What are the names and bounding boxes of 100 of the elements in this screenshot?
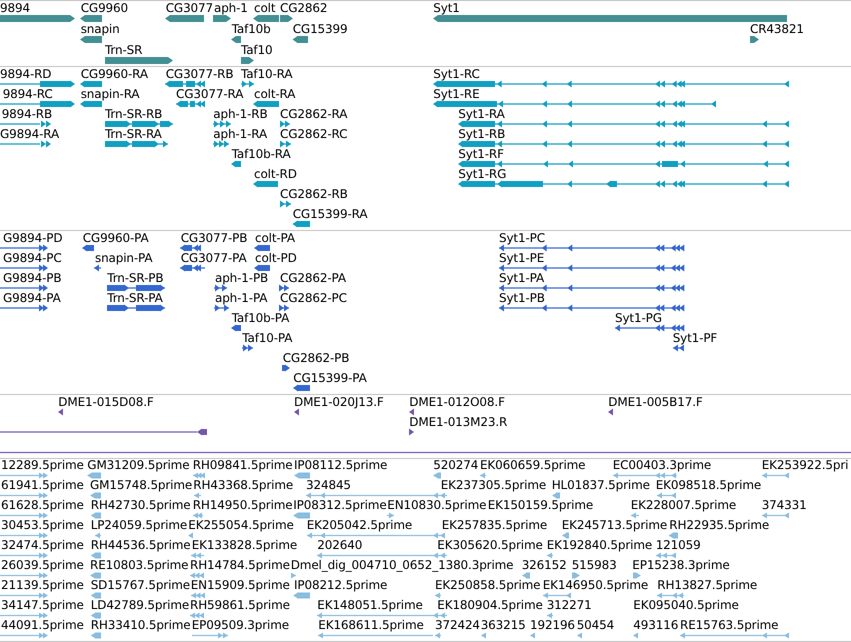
feature-label: CG2862-RC	[280, 128, 348, 141]
feature-label: Trn-SR	[105, 44, 142, 57]
feature-label: EK253922.5pri	[762, 459, 848, 472]
feature-label: Syt1-RG	[458, 168, 506, 181]
feature-label: G9894-PB	[3, 272, 62, 285]
feature-label: colt-PD	[255, 252, 297, 265]
feature-label: 326152	[522, 559, 567, 572]
feature-label: SD15767.5prime	[90, 579, 190, 592]
feature-label: 61941.5prime	[1, 479, 84, 492]
feature-label: Syt1-PB	[499, 292, 545, 305]
feature-label: RH13827.5prime	[657, 579, 758, 592]
feature-label: Syt1-RF	[458, 148, 504, 161]
feature-label: RH14784.5prime	[190, 559, 290, 572]
feature-label: RE15763.5prime	[680, 619, 778, 632]
feature-label: IP08212.5prime	[294, 579, 388, 592]
feature-label: EK255054.5prime	[188, 519, 294, 532]
feature-label: RH22935.5prime	[669, 519, 770, 532]
feature-label: 50454	[576, 619, 614, 632]
feature-label: Syt1-PG	[615, 312, 662, 325]
feature-label: IP08112.5prime	[294, 459, 388, 472]
feature-label: EK146950.5prime	[542, 579, 648, 592]
feature-label: RH43368.5prime	[193, 479, 294, 492]
feature-label: CG3077	[166, 2, 214, 15]
feature-label: EK245713.5prime	[562, 519, 668, 532]
feature-label: 374331	[762, 499, 807, 512]
feature-label: Syt1-RE	[433, 88, 480, 101]
feature-label: HL01837.5prime	[552, 479, 650, 492]
feature-label: 32474.5prime	[1, 539, 84, 552]
feature-label: EK148051.5prime	[317, 599, 423, 612]
feature-label: Syt1	[433, 2, 460, 15]
feature-label: aph-1	[214, 2, 248, 15]
feature-label: RH44536.5prime	[90, 539, 191, 552]
feature-label: 26039.5prime	[1, 559, 84, 572]
feature-label: G9894-PA	[3, 292, 61, 305]
feature-label: CG3077-PA	[180, 252, 247, 265]
feature-label: CG15399-RA	[292, 208, 368, 221]
feature-label: 61628.5prime	[1, 499, 84, 512]
feature-label: EK192840.5prime	[546, 539, 652, 552]
feature-label: Taf10b-RA	[232, 148, 291, 161]
feature-label: 21139.5prime	[1, 579, 84, 592]
feature-label: EP15238.3prime	[632, 559, 730, 572]
feature-label: EC00403.3prime	[612, 459, 712, 472]
feature-label: CG15399-PA	[293, 372, 367, 385]
feature-label: EN15909.5prime	[190, 579, 290, 592]
feature-label: 9894	[0, 2, 30, 15]
feature-label: EK205042.5prime	[306, 519, 412, 532]
feature-label: CG2862-PB	[282, 352, 350, 365]
feature-label: EK098518.5prime	[656, 479, 762, 492]
feature-label: RE10803.5prime	[90, 559, 188, 572]
feature-label: RH09841.5prime	[192, 459, 293, 472]
feature-label: EK060659.5prime	[480, 459, 586, 472]
feature-label: CG3077-RB	[166, 68, 234, 81]
feature-label: G9894-RA	[0, 128, 60, 141]
feature-label: colt-PA	[255, 232, 295, 245]
feature-label: aph-1-RA	[213, 128, 268, 141]
feature-label: EP09509.3prime	[192, 619, 289, 632]
feature-label: IP08312.5prime	[293, 499, 387, 512]
feature-label: colt	[254, 2, 276, 15]
feature-label: EN10830.5prime	[387, 499, 486, 512]
feature-label: 372424	[435, 619, 480, 632]
feature-label: Syt1-PF	[672, 332, 718, 345]
feature-label: G9894-PC	[3, 252, 62, 265]
feature-label: CG9960-PA	[82, 232, 149, 245]
feature-label: Syt1-RA	[458, 108, 505, 121]
feature-label: EK168611.5prime	[318, 619, 424, 632]
feature-label: CG2862-PA	[280, 272, 346, 285]
feature-label: snapin-PA	[95, 252, 152, 265]
feature-label: 9894-RC	[2, 88, 53, 101]
feature-label: LD42789.5prime	[90, 599, 190, 612]
feature-label: G9894-PD	[3, 232, 62, 245]
feature-label: 493116	[633, 619, 678, 632]
feature-label: Taf10b-PA	[232, 312, 290, 325]
feature-label: RH42730.5prime	[90, 499, 191, 512]
feature-label: CG9960	[80, 2, 128, 15]
feature-label: CG2862-RB	[280, 188, 348, 201]
feature-label: EK250858.5prime	[435, 579, 540, 592]
feature-label: Syt1-PC	[499, 232, 545, 245]
feature-label: Syt1-RB	[458, 128, 506, 141]
feature-label: 363215	[480, 619, 526, 632]
feature-label: 202640	[317, 539, 362, 552]
feature-label: EK150159.5prime	[488, 499, 594, 512]
feature-label: aph-1-PA	[215, 292, 268, 305]
feature-label: EK305620.5prime	[437, 539, 543, 552]
feature-label: aph-1-RB	[213, 108, 268, 121]
feature-label: RH14950.5prime	[192, 499, 293, 512]
feature-label: snapin	[80, 23, 120, 36]
feature-label: 520274	[433, 459, 478, 472]
feature-label: GM31209.5prime	[87, 459, 190, 472]
feature-label: DME1-005B17.F	[608, 396, 703, 409]
feature-label: 312271	[546, 599, 592, 612]
feature-label: Syt1-PE	[499, 252, 544, 265]
feature-label: Trn-SR-RA	[105, 128, 162, 141]
feature-label: CG9960-RA	[80, 68, 148, 81]
feature-label: Trn-SR-PB	[107, 272, 164, 285]
feature-label: 515983	[572, 559, 617, 572]
feature-label: snapin-RA	[80, 88, 140, 101]
feature-label: DME1-020J13.F	[294, 396, 384, 409]
feature-label: CG3077-RA	[176, 88, 244, 101]
feature-label: 9894-RD	[0, 68, 52, 81]
feature-label: LP24059.5prime	[90, 519, 188, 532]
